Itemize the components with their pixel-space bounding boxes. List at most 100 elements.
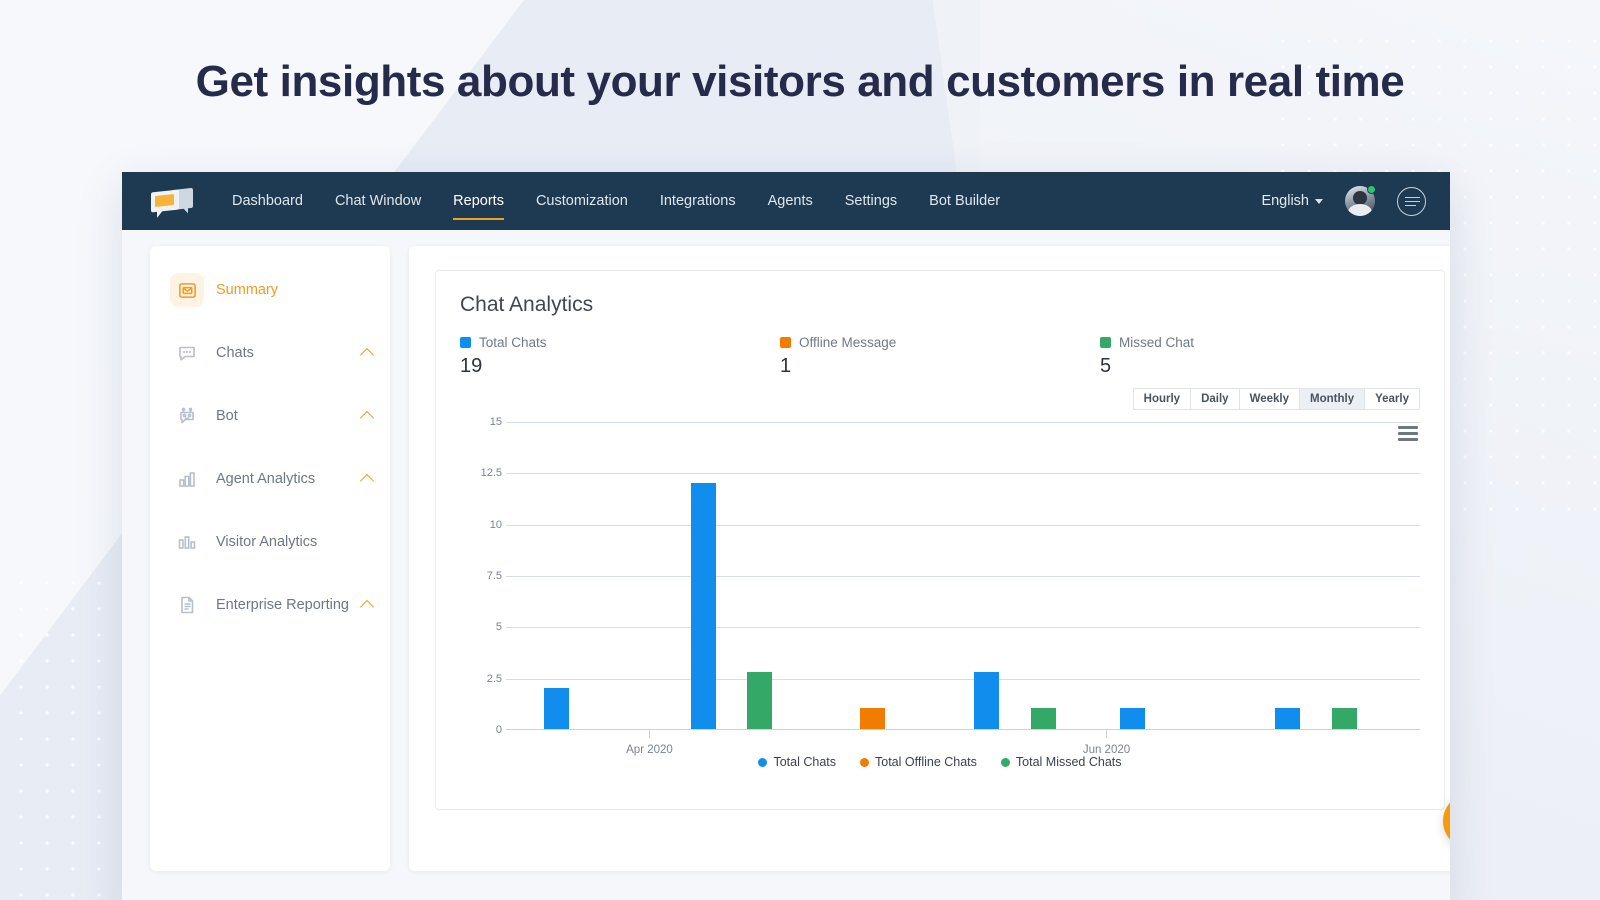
kpi-label: Total Chats — [479, 335, 547, 350]
sidebar-item-label: Chats — [216, 345, 254, 361]
legend-color-dot — [860, 757, 869, 767]
chart-bar[interactable] — [747, 671, 773, 729]
bar-chart-small-icon — [170, 525, 204, 559]
plot-grid: Apr 2020 Jun 2020 — [506, 422, 1420, 756]
language-selector[interactable]: English — [1261, 193, 1323, 209]
kpi-label: Missed Chat — [1119, 335, 1195, 350]
page-headline: Get insights about your visitors and cus… — [195, 57, 1405, 106]
legend-label: Total Missed Chats — [1015, 755, 1122, 769]
gridline — [506, 473, 1420, 475]
chart-bar[interactable] — [859, 708, 885, 729]
chart-bar[interactable] — [973, 671, 999, 729]
legend-label: Total Chats — [773, 755, 836, 769]
nav-link-reports[interactable]: Reports — [437, 174, 520, 228]
nav-link-agents[interactable]: Agents — [752, 174, 829, 228]
legend-label: Total Offline Chats — [875, 755, 977, 769]
y-axis-tick-label: 12.5 — [480, 467, 502, 480]
document-icon — [170, 588, 204, 622]
range-selector-row: Hourly Daily Weekly Monthly Yearly — [460, 388, 1420, 410]
avatar[interactable] — [1345, 185, 1376, 216]
sidebar-item-label: Bot — [216, 408, 238, 424]
chart-bar[interactable] — [1332, 708, 1358, 729]
range-option-monthly[interactable]: Monthly — [1300, 389, 1366, 409]
bar-chart-icon — [170, 462, 204, 496]
chevron-down-icon — [1315, 198, 1323, 204]
app-body: Summary Chats Bot Agent Analytics Visitor An… — [122, 230, 1450, 900]
top-navigation-bar: Dashboard Chat Window Reports Customization… — [122, 172, 1450, 230]
online-status-dot — [1367, 185, 1376, 194]
language-label: English — [1261, 193, 1309, 209]
nav-links: Dashboard Chat Window Reports Customization… — [216, 174, 1016, 228]
sidebar-item-chats[interactable]: Chats — [150, 327, 390, 379]
main-panel: Chat Analytics Total Chats 19 Offline Mess… — [409, 246, 1450, 871]
y-axis-tick-label: 10 — [489, 518, 502, 531]
kpi-row: Total Chats 19 Offline Message 1 Missed Chat… — [460, 335, 1420, 378]
kpi-color-swatch — [460, 337, 471, 348]
chevron-up-icon[interactable] — [359, 410, 375, 426]
y-axis-labels: 0 2.5 5 7.5 10 12.5 15 — [460, 416, 502, 736]
nav-right-cluster: English — [1261, 185, 1426, 216]
sidebar-item-agent-analytics[interactable]: Agent Analytics — [150, 453, 390, 505]
range-option-weekly[interactable]: Weekly — [1240, 389, 1301, 409]
sidebar-item-visitor-analytics[interactable]: Visitor Analytics — [150, 516, 390, 568]
y-axis-tick-label: 7.5 — [486, 570, 502, 582]
chart-title: Chat Analytics — [460, 293, 594, 316]
chart-bar[interactable] — [690, 482, 716, 729]
legend-color-dot — [1000, 757, 1010, 767]
kpi-offline-message: Offline Message 1 — [780, 335, 1100, 378]
nav-link-dashboard[interactable]: Dashboard — [216, 174, 319, 228]
nav-link-integrations[interactable]: Integrations — [644, 174, 752, 228]
kpi-value: 5 — [1100, 355, 1112, 377]
robot-icon — [170, 399, 204, 433]
kpi-color-swatch — [1100, 337, 1111, 348]
legend-item-total-offline-chats[interactable]: Total Offline Chats — [860, 755, 977, 769]
gridline — [506, 576, 1420, 577]
y-axis-tick-label: 2.5 — [486, 672, 502, 685]
nav-link-bot-builder[interactable]: Bot Builder — [913, 174, 1016, 228]
kpi-label: Offline Message — [799, 335, 897, 350]
kpi-missed-chat: Missed Chat 5 — [1100, 335, 1420, 378]
chart-bar[interactable] — [544, 687, 570, 729]
legend-item-total-missed-chats[interactable]: Total Missed Chats — [1000, 755, 1122, 769]
range-option-yearly[interactable]: Yearly — [1365, 389, 1419, 409]
y-axis-tick-label: 0 — [495, 724, 502, 736]
gridline — [506, 524, 1420, 526]
livechat-logo-icon[interactable] — [150, 185, 194, 217]
gridline — [506, 627, 1420, 629]
sidebar-item-enterprise-reporting[interactable]: Enterprise Reporting — [150, 579, 390, 631]
chat-analytics-card: Chat Analytics Total Chats 19 Offline Mess… — [435, 270, 1445, 810]
kpi-value: 1 — [780, 355, 792, 377]
x-axis-tick — [649, 730, 651, 738]
gridline — [506, 422, 1420, 423]
legend-color-dot — [758, 757, 768, 767]
legend-item-total-chats[interactable]: Total Chats — [758, 755, 836, 769]
sidebar-item-label: Enterprise Reporting — [216, 597, 349, 613]
nav-link-customization[interactable]: Customization — [520, 174, 644, 228]
chart-export-menu-icon[interactable] — [1398, 426, 1418, 444]
time-range-selector[interactable]: Hourly Daily Weekly Monthly Yearly — [1132, 388, 1420, 410]
sidebar: Summary Chats Bot Agent Analytics Visitor An… — [150, 246, 390, 871]
range-option-hourly[interactable]: Hourly — [1134, 389, 1192, 409]
kpi-total-chats: Total Chats 19 — [460, 335, 780, 378]
nav-link-settings[interactable]: Settings — [829, 174, 913, 228]
chevron-up-icon[interactable] — [359, 599, 375, 615]
chart-plot-area: 0 2.5 5 7.5 10 12.5 15 Apr 2020 Jun 2020 Total … — [460, 416, 1420, 769]
range-option-daily[interactable]: Daily — [1191, 389, 1240, 409]
hamburger-menu-icon[interactable] — [1397, 186, 1426, 216]
sidebar-item-label: Agent Analytics — [216, 471, 316, 487]
sidebar-item-label: Summary — [216, 282, 279, 298]
x-axis-tick — [1106, 730, 1108, 738]
sidebar-item-summary[interactable]: Summary — [150, 264, 390, 316]
chat-bubble-icon — [170, 336, 204, 370]
chart-bar[interactable] — [1275, 708, 1301, 729]
y-axis-tick-label: 5 — [495, 621, 502, 634]
chart-bar[interactable] — [1120, 708, 1146, 729]
app-window: Dashboard Chat Window Reports Customization… — [122, 172, 1450, 900]
sidebar-item-label: Visitor Analytics — [216, 534, 318, 550]
chart-bar[interactable] — [1030, 708, 1056, 729]
kpi-value: 19 — [460, 355, 483, 377]
sidebar-item-bot[interactable]: Bot — [150, 390, 390, 442]
nav-link-chat-window[interactable]: Chat Window — [319, 174, 437, 228]
chevron-up-icon[interactable] — [359, 347, 375, 363]
chevron-up-icon[interactable] — [359, 473, 375, 489]
